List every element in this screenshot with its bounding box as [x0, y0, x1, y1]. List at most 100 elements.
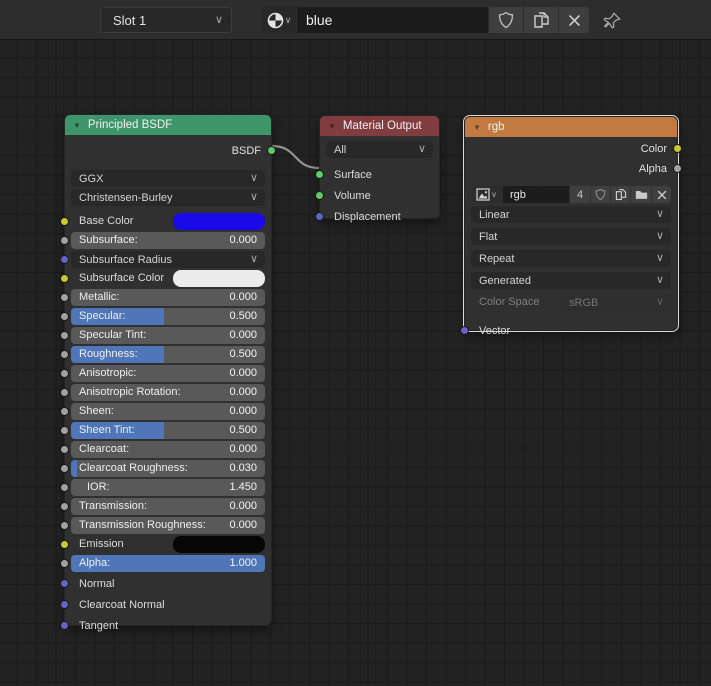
row-projection: Flat ∨: [465, 228, 677, 245]
open-image-button[interactable]: [631, 186, 651, 203]
emission-swatch[interactable]: [173, 536, 265, 553]
clearcoat-slider[interactable]: Clearcoat:0.000: [71, 441, 265, 458]
socket-emission-input[interactable]: [60, 540, 69, 549]
specular-slider[interactable]: Specular:0.500: [71, 308, 265, 325]
row-source: Generated ∨: [465, 272, 677, 289]
ior-slider[interactable]: IOR:1.450: [71, 479, 265, 496]
unlink-image-button[interactable]: [652, 186, 671, 203]
slider-value: 0.000: [229, 519, 257, 531]
dropdown-value: GGX: [79, 173, 250, 185]
socket-roughness-input[interactable]: [60, 350, 69, 359]
slider-label: Transmission Roughness:: [79, 519, 206, 531]
sheen-tint-slider[interactable]: Sheen Tint:0.500: [71, 422, 265, 439]
socket-subsurface-input[interactable]: [60, 236, 69, 245]
interpolation-dropdown[interactable]: Linear ∨: [471, 206, 671, 223]
socket-subsurface-radius-input[interactable]: [60, 255, 69, 264]
socket-transmission-input[interactable]: [60, 502, 69, 511]
material-browse-button[interactable]: ∨: [262, 7, 296, 33]
new-material-button[interactable]: [524, 7, 558, 33]
slider-value: 0.000: [229, 443, 257, 455]
image-browse-button[interactable]: ∨: [471, 186, 502, 203]
row-transmission: Transmission:0.000: [65, 498, 271, 515]
collapse-triangle-icon[interactable]: ▼: [73, 121, 81, 130]
node-header-material-output[interactable]: ▼ Material Output: [320, 116, 439, 136]
socket-bsdf-output[interactable]: [267, 146, 276, 155]
image-single-user-button[interactable]: [611, 186, 630, 203]
source-dropdown[interactable]: Generated ∨: [471, 272, 671, 289]
node-header-rgb[interactable]: ▼ rgb: [465, 117, 677, 137]
row-distribution: GGX ∨: [65, 170, 271, 187]
slider-value: 0.000: [229, 234, 257, 246]
node-header-principled[interactable]: ▼ Principled BSDF: [65, 115, 271, 135]
row-alpha: Alpha:1.000: [65, 555, 271, 572]
transmission-slider[interactable]: Transmission:0.000: [71, 498, 265, 515]
sheen-slider[interactable]: Sheen:0.000: [71, 403, 265, 420]
socket-anisotropic-rotation-input[interactable]: [60, 388, 69, 397]
socket-displacement-input[interactable]: [315, 212, 324, 221]
node-principled-bsdf[interactable]: ▼ Principled BSDF BSDF GGX ∨ Christensen…: [64, 114, 272, 626]
material-name-input[interactable]: blue: [297, 7, 488, 33]
socket-surface-input[interactable]: [315, 170, 324, 179]
projection-dropdown[interactable]: Flat ∨: [471, 228, 671, 245]
socket-specular-input[interactable]: [60, 312, 69, 321]
socket-sheen-tint-input[interactable]: [60, 426, 69, 435]
alpha-slider[interactable]: Alpha:1.000: [71, 555, 265, 572]
dropdown-value: Flat: [479, 231, 656, 243]
extension-dropdown[interactable]: Repeat ∨: [471, 250, 671, 267]
color-space-dropdown[interactable]: sRGB ∨: [561, 294, 671, 311]
pin-button[interactable]: [600, 9, 624, 33]
socket-sheen-input[interactable]: [60, 407, 69, 416]
row-subsurface: Subsurface:0.000: [65, 232, 271, 249]
slider-label: IOR:: [87, 481, 110, 493]
node-title: Material Output: [343, 120, 422, 132]
socket-vector-input[interactable]: [460, 326, 469, 335]
roughness-slider[interactable]: Roughness:0.500: [71, 346, 265, 363]
target-dropdown[interactable]: All ∨: [326, 141, 433, 158]
collapse-triangle-icon[interactable]: ▼: [328, 122, 336, 131]
base-color-swatch[interactable]: [173, 213, 265, 230]
distribution-dropdown[interactable]: GGX ∨: [71, 170, 265, 187]
output-row-alpha: Alpha: [465, 159, 677, 178]
socket-clearcoat-normal-input[interactable]: [60, 600, 69, 609]
subsurface-slider[interactable]: Subsurface:0.000: [71, 232, 265, 249]
unlink-material-button[interactable]: [559, 7, 589, 33]
socket-alpha-input[interactable]: [60, 559, 69, 568]
subsurface-method-dropdown[interactable]: Christensen-Burley ∨: [71, 189, 265, 206]
node-canvas[interactable]: ▼ Principled BSDF BSDF GGX ∨ Christensen…: [0, 40, 711, 686]
socket-base-color-input[interactable]: [60, 217, 69, 226]
socket-subsurface-color-input[interactable]: [60, 274, 69, 283]
socket-clearcoat-roughness-input[interactable]: [60, 464, 69, 473]
row-volume: Volume: [320, 186, 439, 205]
socket-transmission-roughness-input[interactable]: [60, 521, 69, 530]
socket-tangent-input[interactable]: [60, 621, 69, 630]
subsurface-radius-dropdown[interactable]: Subsurface Radius∨: [71, 251, 265, 268]
subsurface-color-swatch[interactable]: [173, 270, 265, 287]
socket-alpha-output[interactable]: [673, 164, 682, 173]
row-clearcoat-roughness: Clearcoat Roughness:0.030: [65, 460, 271, 477]
socket-clearcoat-input[interactable]: [60, 445, 69, 454]
socket-specular-tint-input[interactable]: [60, 331, 69, 340]
image-name-input[interactable]: rgb: [503, 186, 569, 203]
anisotropic-rotation-slider[interactable]: Anisotropic Rotation:0.000: [71, 384, 265, 401]
socket-normal-input[interactable]: [60, 579, 69, 588]
image-fake-user-button[interactable]: [591, 186, 610, 203]
node-material-output[interactable]: ▼ Material Output All ∨ SurfaceVolumeDis…: [319, 115, 440, 219]
users-count-button[interactable]: 4: [570, 186, 590, 203]
socket-color-output[interactable]: [673, 144, 682, 153]
fake-user-button[interactable]: [489, 7, 523, 33]
socket-anisotropic-input[interactable]: [60, 369, 69, 378]
anisotropic-slider[interactable]: Anisotropic:0.000: [71, 365, 265, 382]
collapse-triangle-icon[interactable]: ▼: [473, 123, 481, 132]
node-rgb-image[interactable]: ▼ rgb Color Alpha ∨: [464, 116, 678, 331]
socket-metallic-input[interactable]: [60, 293, 69, 302]
transmission-roughness-slider[interactable]: Transmission Roughness: 0.000: [71, 517, 265, 534]
slider-label: Roughness:: [79, 348, 138, 360]
slot-selector[interactable]: Slot 1 ∨: [100, 7, 232, 33]
specular-tint-slider[interactable]: Specular Tint:0.000: [71, 327, 265, 344]
clearcoat-roughness-slider[interactable]: Clearcoat Roughness:0.030: [71, 460, 265, 477]
socket-ior-input[interactable]: [60, 483, 69, 492]
row-emission: Emission: [65, 536, 271, 553]
metallic-slider[interactable]: Metallic:0.000: [71, 289, 265, 306]
header-bar: Slot 1 ∨ ∨ blue: [0, 0, 711, 40]
socket-volume-input[interactable]: [315, 191, 324, 200]
